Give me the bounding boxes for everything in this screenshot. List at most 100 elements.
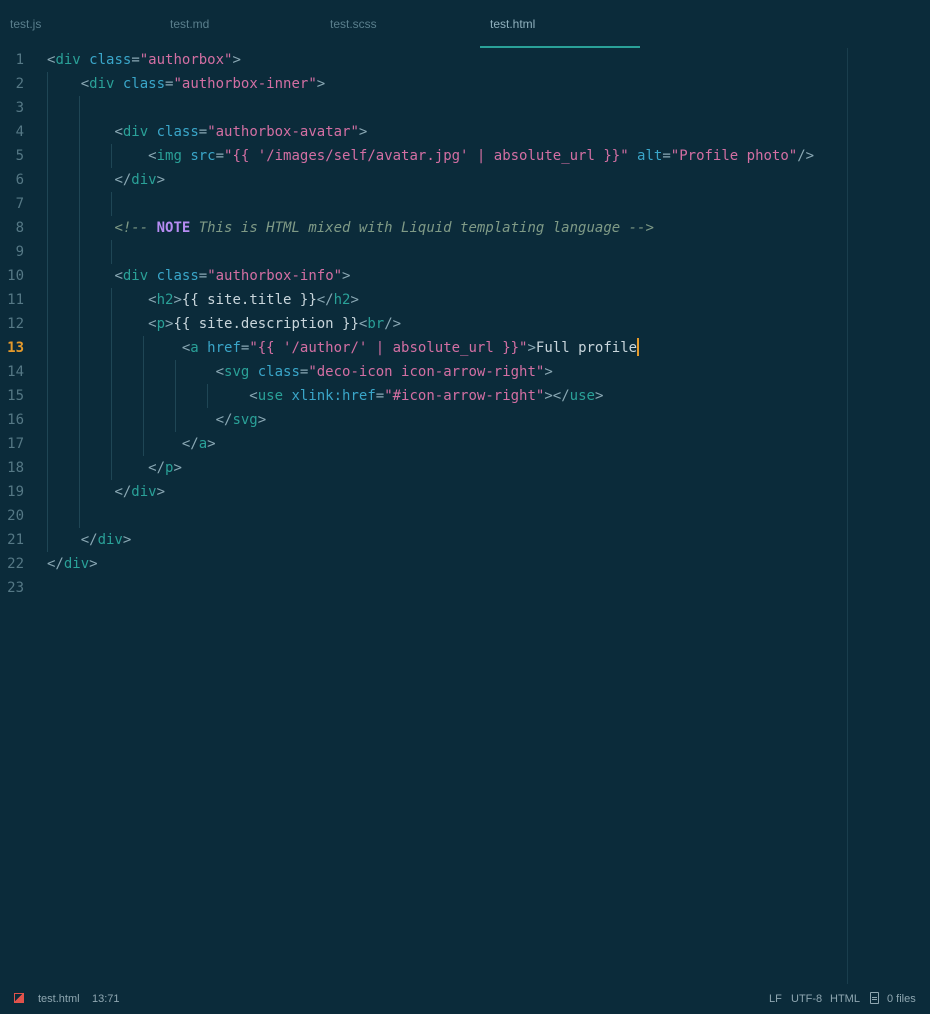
code-token: >: [350, 292, 359, 308]
changed-files[interactable]: 0 files: [887, 984, 916, 1014]
git-status-icon[interactable]: [14, 993, 24, 1003]
code-token: >: [257, 412, 267, 428]
cursor-position[interactable]: 13:71: [92, 984, 120, 1014]
indent-guide: [47, 360, 48, 384]
indent-guide: [143, 384, 144, 408]
code-line[interactable]: <div class="authorbox-inner">: [47, 72, 325, 96]
line-number: 15: [7, 388, 24, 404]
code-line[interactable]: <div class="authorbox-avatar">: [47, 120, 367, 144]
indent-guide: [143, 408, 144, 432]
code-token: >: [232, 52, 241, 68]
line-number: 8: [15, 220, 24, 236]
code-token: >: [122, 532, 132, 548]
line-number: 13: [7, 340, 24, 356]
code-token: </: [47, 556, 64, 572]
indent-guide: [79, 408, 80, 432]
tab-test-md[interactable]: test.md: [160, 0, 320, 48]
line-number: 19: [7, 484, 24, 500]
code-token: class: [148, 124, 199, 140]
code-line[interactable]: <h2>{{ site.title }}</h2>: [47, 288, 359, 312]
indent-guide: [111, 144, 112, 168]
code-token: >: [156, 484, 166, 500]
code-token: class: [114, 76, 166, 92]
line-number: 10: [7, 268, 24, 284]
code-token: h2: [156, 292, 174, 308]
code-token: />: [384, 316, 402, 332]
code-line[interactable]: </a>: [47, 432, 216, 456]
line-number: 18: [7, 460, 24, 476]
tab-test-scss[interactable]: test.scss: [320, 0, 480, 48]
line-number: 2: [15, 76, 24, 92]
indent-guide: [143, 336, 144, 360]
line-number: 6: [15, 172, 24, 188]
code-line[interactable]: </p>: [47, 456, 182, 480]
indent-guide: [79, 168, 80, 192]
code-token: p: [156, 316, 166, 332]
code-token: <: [249, 388, 258, 404]
status-filename[interactable]: test.html: [38, 984, 80, 1014]
line-number: 16: [7, 412, 24, 428]
indent-guide: [79, 456, 80, 480]
line-number: 14: [7, 364, 24, 380]
indent-guide: [111, 360, 112, 384]
encoding[interactable]: UTF-8: [791, 984, 822, 1014]
indent-guide: [79, 120, 80, 144]
code-line[interactable]: <div class="authorbox">: [47, 48, 241, 72]
code-line[interactable]: <a href="{{ '/author/' | absolute_url }}…: [47, 336, 640, 360]
line-number: 22: [7, 556, 24, 572]
code-line[interactable]: <img src="{{ '/images/self/avatar.jpg' |…: [47, 144, 814, 168]
indent-guide: [79, 432, 80, 456]
indent-guide: [47, 312, 48, 336]
code-token: >: [89, 556, 98, 572]
code-line[interactable]: <use xlink:href="#icon-arrow-right"></us…: [47, 384, 603, 408]
indent-guide: [47, 120, 48, 144]
code-token: >: [173, 292, 182, 308]
code-line[interactable]: <!-- NOTE This is HTML mixed with Liquid…: [47, 216, 653, 240]
code-line[interactable]: </div>: [47, 168, 165, 192]
code-token: <: [114, 268, 123, 284]
code-token: svg: [224, 364, 250, 380]
code-editor[interactable]: 1 <div class="authorbox"> 2 <div class="au…: [0, 48, 930, 984]
code-token: img: [156, 148, 182, 164]
status-bar: test.html 13:71 LF UTF-8 HTML 0 files: [0, 984, 930, 1014]
code-token: "authorbox-avatar": [207, 124, 359, 140]
code-token: >: [316, 76, 326, 92]
code-line[interactable]: <svg class="deco-icon icon-arrow-right">: [47, 360, 553, 384]
indent-guide: [79, 96, 80, 120]
indent-guide: [175, 360, 176, 384]
code-line[interactable]: </div>: [47, 552, 98, 576]
code-token: a: [190, 340, 199, 356]
tab-test-html[interactable]: test.html: [480, 0, 640, 48]
line-ending[interactable]: LF: [769, 984, 782, 1014]
indent-guide: [79, 216, 80, 240]
indent-guide: [47, 408, 48, 432]
code-token: NOTE: [156, 220, 191, 236]
indent-guide: [111, 312, 112, 336]
code-line[interactable]: </div>: [47, 480, 165, 504]
language-mode[interactable]: HTML: [830, 984, 860, 1014]
code-token: "#icon-arrow-right": [384, 388, 545, 404]
code-line[interactable]: <div class="authorbox-info">: [47, 264, 350, 288]
code-token: =: [198, 124, 208, 140]
code-token: />: [797, 148, 815, 164]
code-token: {{ site.description }}: [173, 316, 359, 332]
code-line[interactable]: </div>: [47, 528, 132, 552]
indent-guide: [79, 504, 80, 528]
code-token: =: [131, 52, 140, 68]
line-number: 3: [15, 100, 24, 116]
code-line[interactable]: <p>{{ site.description }}<br/>: [47, 312, 401, 336]
indent-guide: [47, 384, 48, 408]
code-token: =: [662, 148, 671, 164]
line-number: 11: [7, 292, 24, 308]
code-token: >: [342, 268, 351, 284]
indent-guide: [111, 384, 112, 408]
code-token: Full profile: [535, 340, 638, 356]
indent-guide: [79, 264, 80, 288]
indent-guide: [111, 288, 112, 312]
tab-test-js[interactable]: test.js: [0, 0, 160, 48]
code-token: div: [131, 172, 157, 188]
